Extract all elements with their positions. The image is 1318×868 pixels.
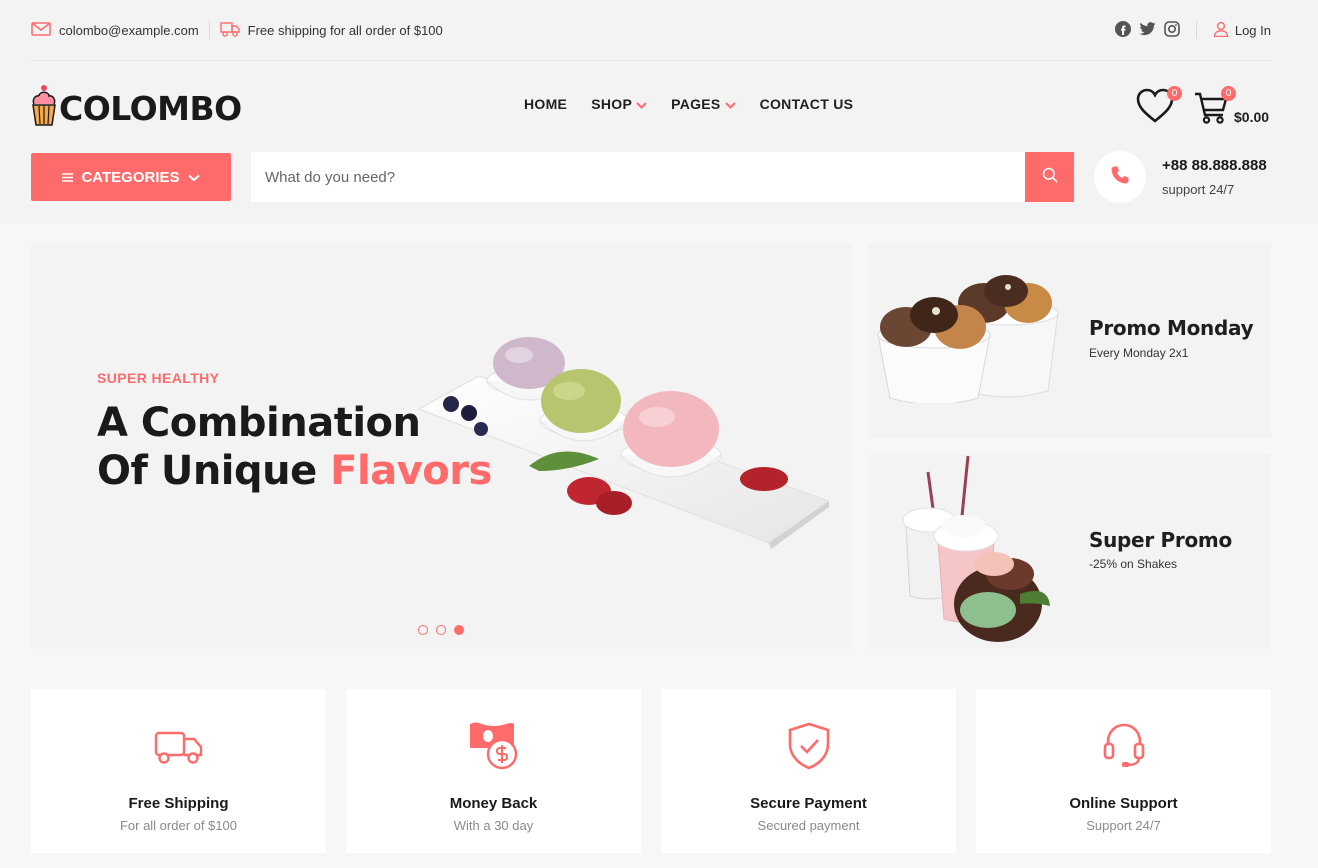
truck-icon bbox=[219, 21, 240, 40]
feature-title: Online Support bbox=[1069, 795, 1178, 812]
nav-shop-label: SHOP bbox=[591, 96, 633, 112]
slider-dot-1[interactable] bbox=[418, 625, 428, 635]
nav-contact[interactable]: CONTACT US bbox=[760, 96, 854, 112]
cupcake-icon bbox=[31, 84, 57, 133]
header-divider bbox=[31, 60, 1271, 61]
email-text: colombo@example.com bbox=[59, 22, 199, 38]
logo-text: COLOMBO bbox=[59, 89, 242, 128]
mail-icon bbox=[31, 21, 51, 39]
features-row: Free Shipping For all order of $100 Mone… bbox=[31, 689, 1271, 853]
headset-icon bbox=[1103, 721, 1145, 771]
shakes-image bbox=[898, 454, 1058, 649]
feature-subtitle: With a 30 day bbox=[453, 818, 534, 833]
instagram-icon[interactable] bbox=[1164, 20, 1180, 40]
phone-icon bbox=[1110, 165, 1130, 190]
facebook-icon[interactable] bbox=[1114, 20, 1131, 40]
feature-title: Money Back bbox=[449, 795, 538, 812]
header-actions: 0 0 $0.00 bbox=[1136, 86, 1269, 129]
login-link[interactable]: Log In bbox=[1213, 21, 1271, 40]
hero-title-line2-prefix: Of Unique bbox=[97, 448, 331, 494]
categories-label: CATEGORIES bbox=[81, 168, 180, 186]
promo-card-shakes[interactable]: Super Promo -25% on Shakes bbox=[868, 454, 1271, 649]
ice-cream-plate-image bbox=[409, 331, 831, 556]
nav-pages-label: PAGES bbox=[671, 96, 721, 112]
slider-dot-3[interactable] bbox=[454, 625, 464, 635]
menu-icon bbox=[62, 169, 74, 186]
heart-icon bbox=[1136, 88, 1174, 128]
promo-subtitle: Every Monday 2x1 bbox=[1089, 346, 1189, 360]
search-input[interactable] bbox=[251, 152, 1025, 202]
email-contact[interactable]: colombo@example.com bbox=[31, 21, 199, 39]
cart-count-badge: 0 bbox=[1221, 86, 1236, 101]
feature-title: Free Shipping bbox=[128, 795, 229, 812]
nav-shop[interactable]: SHOP bbox=[591, 96, 647, 112]
wishlist-button[interactable]: 0 bbox=[1136, 86, 1182, 129]
money-back-icon bbox=[468, 721, 520, 771]
main-nav: HOME SHOP PAGES CONTACT US bbox=[524, 96, 853, 112]
categories-button[interactable]: CATEGORIES bbox=[31, 153, 231, 201]
feature-card: Secure Payment Secured payment bbox=[661, 689, 956, 853]
phone-number[interactable]: +88 88.888.888 bbox=[1162, 157, 1267, 174]
promo-title: Promo Monday bbox=[1089, 316, 1254, 340]
divider bbox=[208, 21, 210, 39]
topbar-right: Log In bbox=[1114, 20, 1271, 40]
hero-tag: SUPER HEALTHY bbox=[97, 370, 220, 386]
chevron-down-icon bbox=[636, 96, 647, 112]
cart-total[interactable]: $0.00 bbox=[1234, 109, 1269, 125]
feature-card: Money Back With a 30 day bbox=[346, 689, 641, 853]
divider bbox=[1195, 21, 1197, 39]
nav-contact-label: CONTACT US bbox=[759, 96, 854, 112]
cart-button[interactable]: 0 bbox=[1194, 86, 1236, 129]
social-links bbox=[1114, 20, 1180, 40]
login-label: Log In bbox=[1234, 22, 1271, 38]
user-icon bbox=[1213, 21, 1229, 40]
search-button[interactable] bbox=[1025, 152, 1074, 202]
shipping-text: Free shipping for all order of $100 bbox=[247, 22, 443, 38]
feature-subtitle: For all order of $100 bbox=[119, 818, 238, 833]
promo-card-monday[interactable]: Promo Monday Every Monday 2x1 bbox=[868, 243, 1271, 438]
phone-contact: +88 88.888.888 support 24/7 bbox=[1094, 151, 1267, 203]
cart-icon bbox=[1194, 92, 1228, 128]
phone-text: +88 88.888.888 support 24/7 bbox=[1162, 157, 1267, 197]
feature-subtitle: Support 24/7 bbox=[1086, 818, 1161, 833]
promo-title: Super Promo bbox=[1089, 528, 1232, 552]
chevron-down-icon bbox=[724, 96, 736, 112]
hero-slider: SUPER HEALTHY A Combination Of Unique Fl… bbox=[31, 243, 852, 649]
search-bar bbox=[251, 152, 1074, 202]
topbar: colombo@example.com Free shipping for al… bbox=[31, 14, 1271, 46]
twitter-icon[interactable] bbox=[1139, 21, 1156, 39]
feature-subtitle: Secured payment bbox=[757, 818, 860, 833]
chevron-down-icon bbox=[187, 169, 200, 186]
nav-home-label: HOME bbox=[524, 96, 568, 112]
promo-subtitle: -25% on Shakes bbox=[1089, 557, 1178, 571]
slider-dots bbox=[418, 625, 464, 635]
logo[interactable]: COLOMBO bbox=[31, 84, 242, 133]
truck-icon bbox=[154, 721, 204, 771]
nav-home[interactable]: HOME bbox=[524, 96, 567, 112]
phone-support: support 24/7 bbox=[1162, 182, 1235, 197]
shipping-note: Free shipping for all order of $100 bbox=[219, 21, 443, 40]
slider-dot-2[interactable] bbox=[436, 625, 446, 635]
feature-title: Secure Payment bbox=[750, 795, 867, 812]
nav-pages[interactable]: PAGES bbox=[671, 96, 736, 112]
search-icon bbox=[1042, 167, 1058, 188]
shield-check-icon bbox=[787, 721, 831, 771]
feature-card: Online Support Support 24/7 bbox=[976, 689, 1271, 853]
ice-cream-cups-image bbox=[876, 273, 1066, 408]
wishlist-count-badge: 0 bbox=[1167, 86, 1182, 101]
feature-card: Free Shipping For all order of $100 bbox=[31, 689, 326, 853]
phone-icon-circle[interactable] bbox=[1094, 151, 1146, 203]
